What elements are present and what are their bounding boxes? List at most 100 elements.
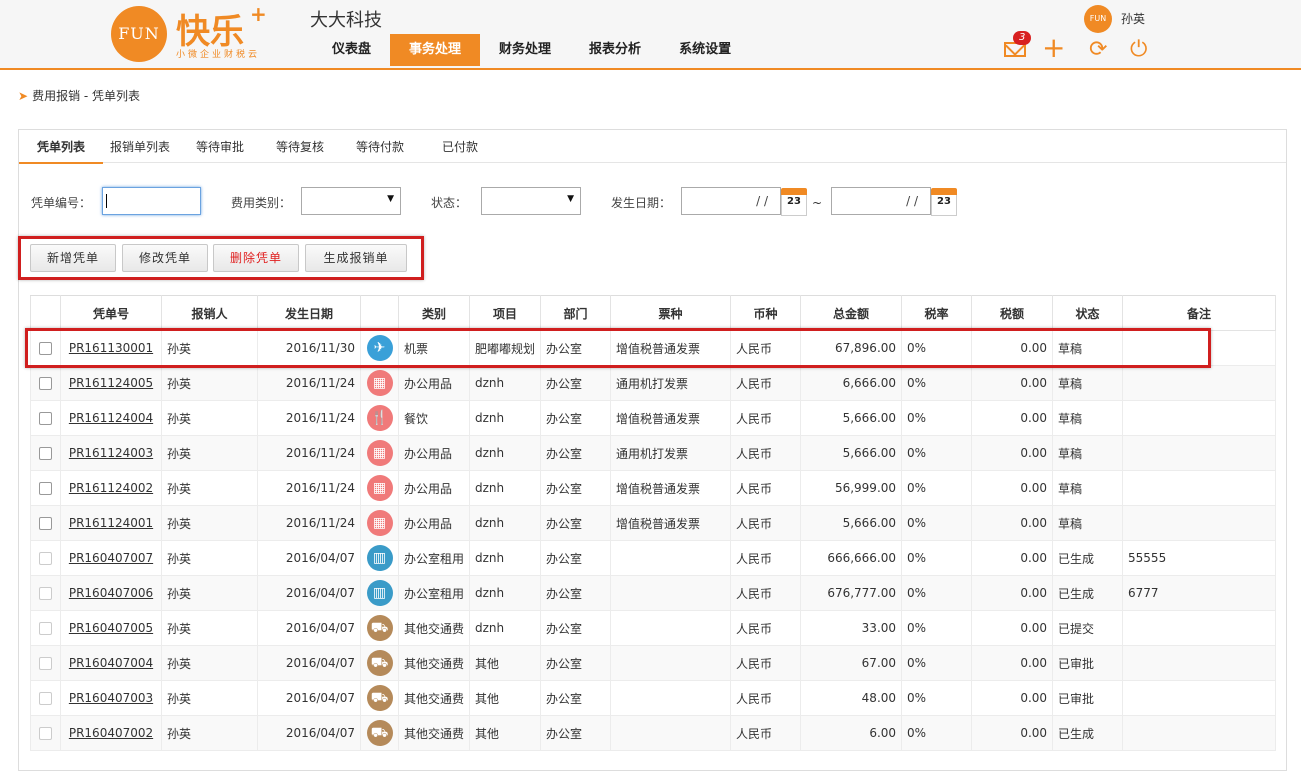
voucher-id-link[interactable]: PR160407002 [60, 715, 162, 751]
header-cell[interactable]: 总金额 [800, 295, 903, 331]
calculator-icon: ▦ [366, 370, 393, 396]
table-row[interactable]: PR160407005 孙英 2016/04/07 ⛟ 其他交通费 dznh 办公室 人民币 3… [30, 610, 1277, 646]
calendar-icon[interactable]: 23 [931, 188, 957, 216]
voucher-no-input[interactable] [102, 187, 201, 215]
row-checkbox[interactable] [39, 412, 52, 425]
generate-claim-button[interactable]: 生成报销单 [305, 244, 407, 272]
row-checkbox-cell[interactable] [30, 575, 61, 611]
date-end-input[interactable]: / / [831, 187, 931, 215]
row-checkbox-cell[interactable] [30, 715, 61, 751]
header-cell[interactable]: 报销人 [161, 295, 258, 331]
tab-pending-review[interactable]: 等待复核 [276, 138, 324, 155]
date-cell: 2016/04/07 [257, 645, 361, 681]
voucher-id-link[interactable]: PR161124001 [60, 505, 162, 541]
refresh-icon[interactable]: ⟳ [1089, 38, 1107, 62]
header-cell [360, 295, 399, 331]
row-checkbox[interactable] [39, 587, 52, 600]
row-checkbox[interactable] [39, 657, 52, 670]
row-checkbox[interactable] [39, 622, 52, 635]
header-cell[interactable]: 类别 [397, 295, 471, 331]
voucher-id-link[interactable]: PR160407004 [60, 645, 162, 681]
header-cell[interactable]: 项目 [469, 295, 542, 331]
row-checkbox-cell[interactable] [30, 400, 61, 436]
status-select[interactable]: ▼ [481, 187, 581, 215]
person-cell: 孙英 [161, 680, 258, 716]
voucher-id-link[interactable]: PR161124004 [60, 400, 162, 436]
header-cell[interactable]: 备注 [1122, 295, 1277, 331]
header-cell[interactable]: 税率 [901, 295, 973, 331]
voucher-id-link[interactable]: PR161124005 [60, 365, 162, 401]
header-cell[interactable]: 发生日期 [257, 295, 361, 331]
header-cell[interactable]: 部门 [540, 295, 612, 331]
row-checkbox[interactable] [39, 517, 52, 530]
user-name[interactable]: 孙英 [1121, 10, 1145, 27]
voucher-id-link[interactable]: PR160407006 [60, 575, 162, 611]
power-icon[interactable]: ⏻ [1130, 38, 1147, 62]
tab-claim-list[interactable]: 报销单列表 [110, 138, 170, 155]
table-row[interactable]: PR160407004 孙英 2016/04/07 ⛟ 其他交通费 其他 办公室 人民币 67.… [30, 645, 1277, 681]
table-row[interactable]: PR161124002 孙英 2016/11/24 ▦ 办公用品 dznh 办公室 增值税普通… [30, 470, 1277, 506]
voucher-id-link[interactable]: PR160407007 [60, 540, 162, 576]
date-start-input[interactable]: / / [681, 187, 781, 215]
tab-pending-payment[interactable]: 等待付款 [356, 138, 404, 155]
tab-paid[interactable]: 已付款 [442, 138, 478, 155]
row-checkbox-cell[interactable] [30, 680, 61, 716]
row-checkbox-cell[interactable] [30, 470, 61, 506]
calendar-icon[interactable]: 23 [781, 188, 807, 216]
header-cell[interactable]: 币种 [730, 295, 802, 331]
tab-voucher-list[interactable]: 凭单列表 [19, 138, 104, 164]
voucher-id-link[interactable]: PR161124003 [60, 435, 162, 471]
header-cell[interactable]: 状态 [1052, 295, 1124, 331]
add-voucher-button[interactable]: 新增凭单 [30, 244, 116, 272]
row-checkbox-cell[interactable] [30, 435, 61, 471]
table-row[interactable]: PR160407003 孙英 2016/04/07 ⛟ 其他交通费 其他 办公室 人民币 48.… [30, 680, 1277, 716]
avatar[interactable]: FUN [1084, 5, 1112, 33]
table-row[interactable]: PR160407007 孙英 2016/04/07 ▥ 办公室租用 dznh 办公室 人民币 6… [30, 540, 1277, 576]
row-checkbox[interactable] [39, 552, 52, 565]
table-row[interactable]: PR160407002 孙英 2016/04/07 ⛟ 其他交通费 其他 办公室 人民币 6.0… [30, 715, 1277, 751]
header-cell[interactable]: 票种 [610, 295, 732, 331]
row-checkbox-cell[interactable] [30, 645, 61, 681]
header-cell[interactable]: 凭单号 [60, 295, 162, 331]
person-cell: 孙英 [161, 470, 258, 506]
table-row[interactable]: PR161124003 孙英 2016/11/24 ▦ 办公用品 dznh 办公室 通用机打发… [30, 435, 1277, 471]
tab-pending-approval[interactable]: 等待审批 [196, 138, 244, 155]
table-row[interactable]: PR160407006 孙英 2016/04/07 ▥ 办公室租用 dznh 办公室 人民币 6… [30, 575, 1277, 611]
row-checkbox[interactable] [39, 727, 52, 740]
date-label: 发生日期： [611, 196, 672, 210]
nav-settings[interactable]: 系统设置 [660, 34, 750, 66]
category-label: 费用类别： [231, 196, 292, 210]
row-checkbox-cell[interactable] [30, 540, 61, 576]
category-icon-cell: ⛟ [360, 680, 399, 716]
row-checkbox[interactable] [39, 482, 52, 495]
nav-finance[interactable]: 财务处理 [480, 34, 570, 66]
breadcrumb-text: 费用报销 - 凭单列表 [32, 89, 141, 103]
row-checkbox[interactable] [39, 377, 52, 390]
nav-reports[interactable]: 报表分析 [570, 34, 660, 66]
voucher-id-link[interactable]: PR160407003 [60, 680, 162, 716]
nav-transactions[interactable]: 事务处理 [390, 34, 481, 66]
table-row[interactable]: PR161124004 孙英 2016/11/24 🍴 餐饮 dznh 办公室 增值税普通发票… [30, 400, 1277, 436]
row-checkbox-cell[interactable] [30, 505, 61, 541]
dept-cell: 办公室 [540, 645, 612, 681]
tax-cell: 0.00 [971, 505, 1054, 541]
nav-dashboard[interactable]: 仪表盘 [313, 34, 390, 66]
logo-icon: FUN [111, 6, 167, 62]
voucher-id-link[interactable]: PR160407005 [60, 610, 162, 646]
amount-cell: 5,666.00 [800, 400, 903, 436]
row-checkbox-cell[interactable] [30, 365, 61, 401]
row-checkbox[interactable] [39, 692, 52, 705]
row-checkbox-cell[interactable] [30, 610, 61, 646]
project-cell: dznh [469, 365, 542, 401]
category-select[interactable]: ▼ [301, 187, 401, 215]
plus-icon[interactable]: + [1042, 34, 1065, 62]
row-checkbox[interactable] [39, 447, 52, 460]
voucher-id-link[interactable]: PR161124002 [60, 470, 162, 506]
note-cell [1122, 645, 1277, 681]
calculator-icon: ▦ [366, 475, 393, 501]
table-row[interactable]: PR161124005 孙英 2016/11/24 ▦ 办公用品 dznh 办公室 通用机打发… [30, 365, 1277, 401]
table-row[interactable]: PR161124001 孙英 2016/11/24 ▦ 办公用品 dznh 办公室 增值税普通… [30, 505, 1277, 541]
header-cell[interactable]: 税额 [971, 295, 1054, 331]
edit-voucher-button[interactable]: 修改凭单 [122, 244, 208, 272]
delete-voucher-button[interactable]: 删除凭单 [213, 244, 299, 272]
